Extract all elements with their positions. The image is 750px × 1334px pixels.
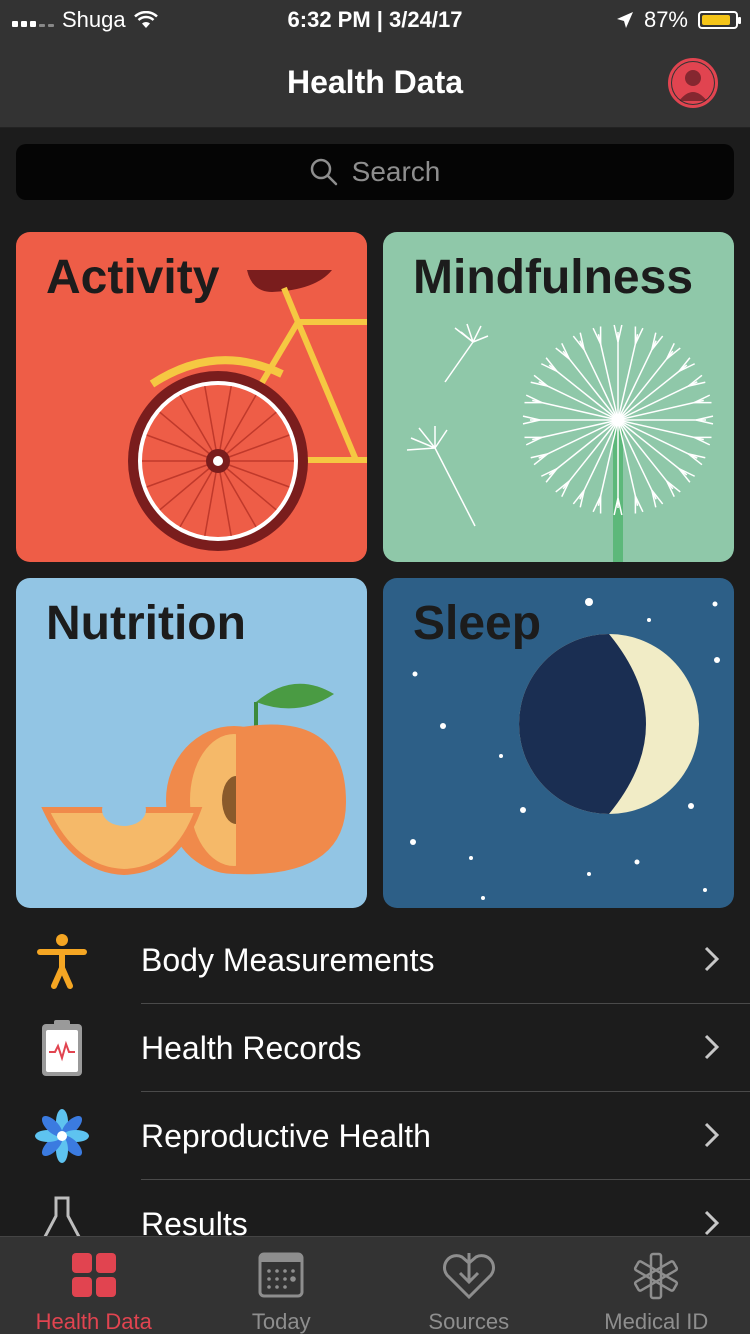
person-figure-icon xyxy=(37,934,87,989)
profile-button[interactable] xyxy=(668,58,718,108)
flower-icon xyxy=(35,1109,89,1163)
list-item-label: Reproductive Health xyxy=(141,1117,431,1154)
carrier-name: Shuga xyxy=(62,7,126,32)
heart-download-icon xyxy=(442,1253,495,1299)
battery-percent: 87% xyxy=(643,7,688,32)
signal-icon xyxy=(12,13,54,27)
chevron-right-icon xyxy=(704,1210,720,1236)
search-field[interactable]: Search xyxy=(16,144,734,200)
tab-label: Today xyxy=(251,1309,311,1334)
chevron-right-icon xyxy=(704,1034,720,1060)
tab-label: Medical ID xyxy=(604,1309,709,1334)
tab-health-data[interactable]: Health Data xyxy=(0,1237,188,1334)
chevron-right-icon xyxy=(704,946,720,972)
tab-label: Sources xyxy=(428,1309,510,1334)
search-icon xyxy=(310,158,337,186)
tab-medical-id[interactable]: Medical ID xyxy=(563,1237,750,1334)
clipboard-icon xyxy=(42,1020,82,1076)
list-item-health-records[interactable]: Health Records xyxy=(0,1004,750,1092)
mindfulness-tile[interactable]: Mindfulness xyxy=(383,232,734,562)
activity-label: Activity xyxy=(46,251,220,304)
tab-bar: Health Data Today Sources Medical ID xyxy=(0,1236,750,1334)
battery-icon xyxy=(698,11,741,29)
list-item-label: Body Measurements xyxy=(141,941,435,978)
list-item-body-measurements[interactable]: Body Measurements xyxy=(0,916,750,1004)
list-item-reproductive-health[interactable]: Reproductive Health xyxy=(0,1092,750,1180)
nutrition-label: Nutrition xyxy=(46,597,246,650)
sleep-tile[interactable]: Sleep xyxy=(383,578,734,908)
asterisk-icon xyxy=(634,1252,679,1300)
sleep-label: Sleep xyxy=(413,597,542,650)
tab-sources[interactable]: Sources xyxy=(375,1237,563,1334)
status-bar: Shuga 6:32 PM | 3/24/17 87% xyxy=(0,0,750,40)
tab-today[interactable]: Today xyxy=(188,1237,376,1334)
navigation-bar: Health Data xyxy=(0,40,750,128)
health-categories-list: Body Measurements Health Records Reprodu… xyxy=(0,916,750,1268)
tab-label: Health Data xyxy=(35,1309,152,1334)
chevron-right-icon xyxy=(704,1122,720,1148)
status-time: 6:32 PM | 3/24/17 xyxy=(287,7,463,32)
list-item-label: Health Records xyxy=(141,1029,362,1066)
mindfulness-label: Mindfulness xyxy=(413,251,694,304)
page-title: Health Data xyxy=(286,64,464,100)
grid-icon xyxy=(71,1253,116,1297)
calendar-icon xyxy=(258,1252,304,1298)
location-arrow-icon xyxy=(616,12,633,28)
person-circle-icon xyxy=(672,62,714,104)
nutrition-tile[interactable]: Nutrition xyxy=(16,578,367,908)
wifi-icon xyxy=(133,11,158,28)
activity-tile[interactable]: Activity xyxy=(16,232,367,562)
search-placeholder: Search xyxy=(351,156,441,187)
